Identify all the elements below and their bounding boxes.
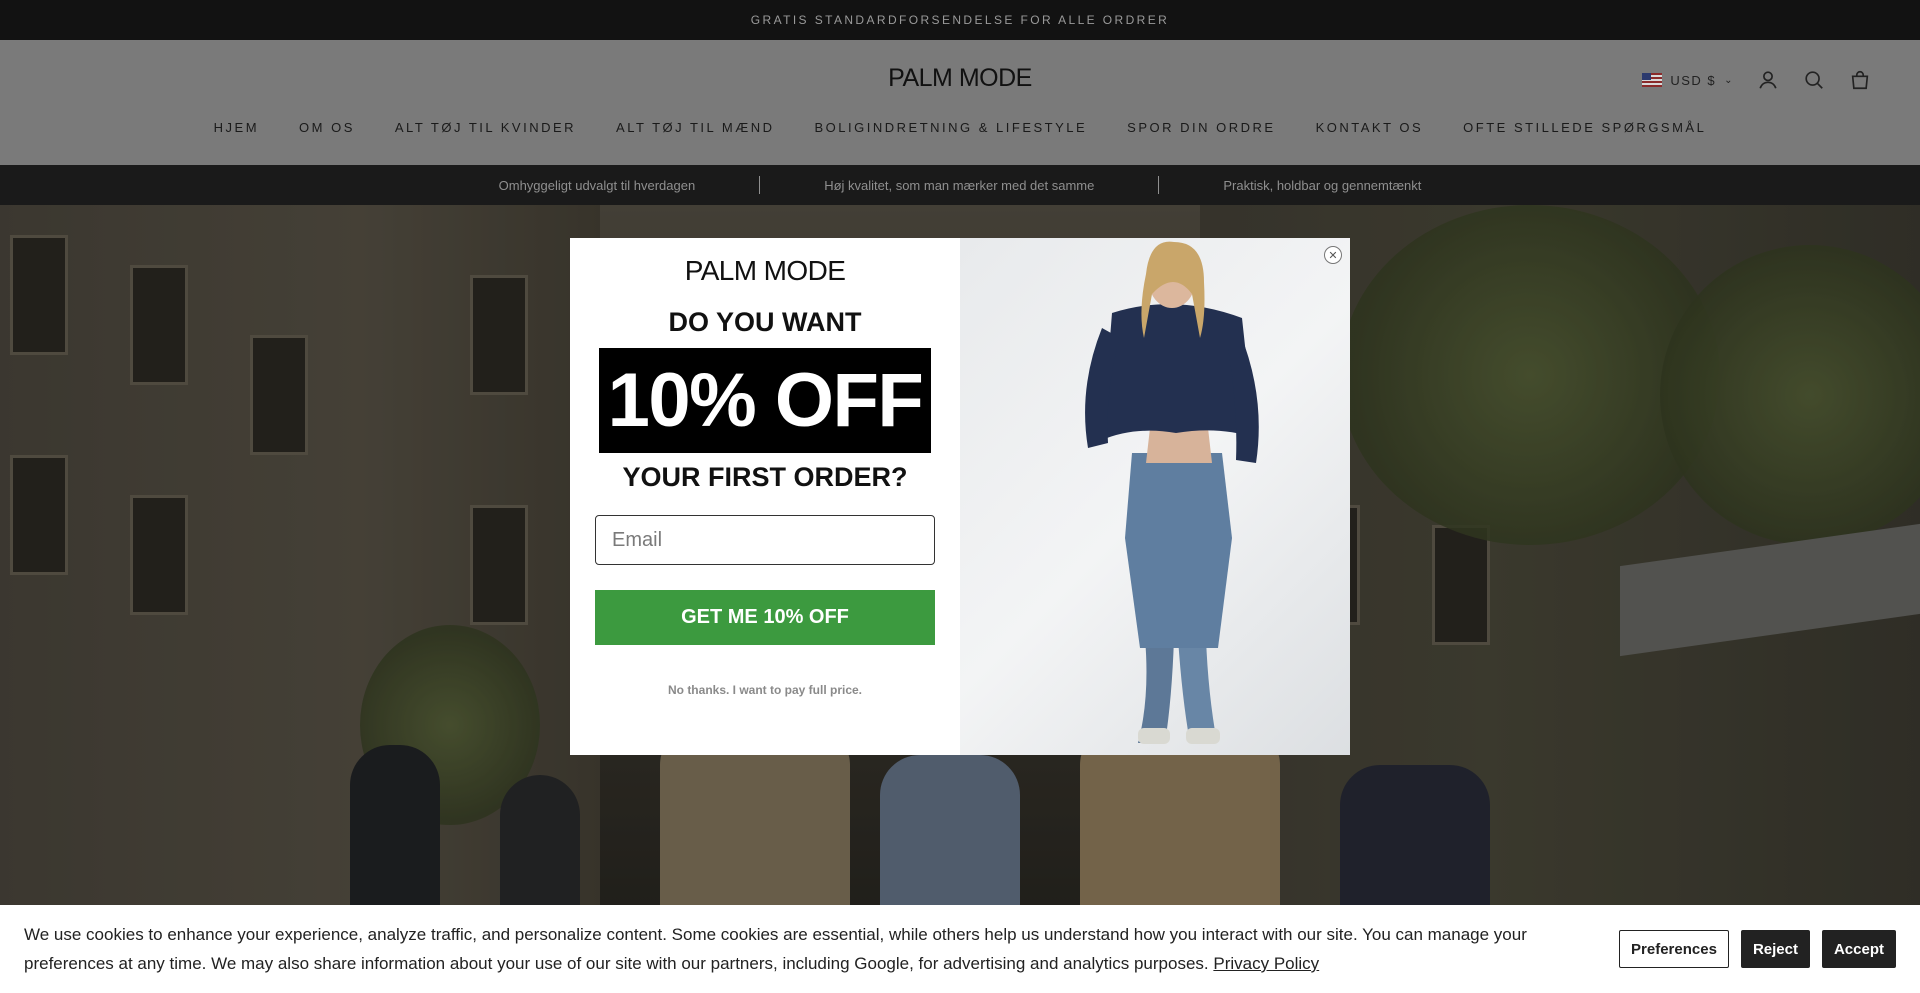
nav-item-bolig[interactable]: BOLIGINDRETNING & LIFESTYLE — [815, 120, 1088, 135]
header-actions: USD $ ⌄ — [1642, 68, 1872, 92]
cookie-actions: Preferences Reject Accept — [1619, 930, 1896, 968]
model-photo — [1085, 241, 1259, 744]
currency-selector[interactable]: USD $ ⌄ — [1642, 73, 1734, 88]
popup-heading: DO YOU WANT — [668, 307, 862, 337]
popup-model-image: ✕ — [960, 238, 1350, 755]
cookie-message: We use cookies to enhance your experienc… — [24, 920, 1602, 978]
discount-popup: PALM MODE DO YOU WANT 10% OFF YOUR FIRST… — [570, 238, 1350, 755]
nav-item-hjem[interactable]: HJEM — [214, 120, 259, 135]
popup-form: PALM MODE DO YOU WANT 10% OFF YOUR FIRST… — [570, 238, 960, 755]
decline-link[interactable]: No thanks. I want to pay full price. — [668, 683, 862, 697]
claim-discount-button[interactable]: GET ME 10% OFF — [595, 590, 935, 645]
email-field[interactable] — [595, 515, 935, 565]
benefit-item: Omhyggeligt udvalgt til hverdagen — [498, 177, 696, 193]
account-icon[interactable] — [1756, 68, 1780, 92]
close-popup-button[interactable]: ✕ — [1324, 246, 1342, 264]
cart-icon[interactable] — [1848, 68, 1872, 92]
currency-label: USD $ — [1670, 72, 1717, 88]
popup-logo: PALM MODE — [684, 255, 846, 286]
reject-button[interactable]: Reject — [1740, 930, 1810, 968]
nav-item-om-os[interactable]: OM OS — [299, 120, 355, 135]
nav-item-kvinder[interactable]: ALT TØJ TIL KVINDER — [395, 120, 576, 135]
site-logo[interactable]: PALM MODE — [0, 64, 1920, 93]
nav-item-spor-ordre[interactable]: SPOR DIN ORDRE — [1127, 120, 1275, 135]
search-icon[interactable] — [1802, 68, 1826, 92]
announcement-text: GRATIS STANDARDFORSENDELSE FOR ALLE ORDR… — [750, 13, 1170, 27]
nav-item-kontakt[interactable]: KONTAKT OS — [1316, 120, 1424, 135]
privacy-policy-link[interactable]: Privacy Policy — [1213, 954, 1319, 973]
announcement-bar: GRATIS STANDARDFORSENDELSE FOR ALLE ORDR… — [0, 0, 1920, 40]
main-nav: HJEM OM OS ALT TØJ TIL KVINDER ALT TØJ T… — [0, 120, 1920, 135]
popup-subheading: YOUR FIRST ORDER? — [622, 462, 908, 492]
benefit-item: Praktisk, holdbar og gennemtænkt — [1223, 177, 1422, 193]
offer-badge: 10% OFF — [599, 348, 931, 453]
benefit-item: Høj kvalitet, som man mærker med det sam… — [824, 177, 1095, 193]
benefits-bar: Omhyggeligt udvalgt til hverdagen Høj kv… — [0, 165, 1920, 205]
cookie-banner: We use cookies to enhance your experienc… — [0, 905, 1920, 993]
nav-item-maend[interactable]: ALT TØJ TIL MÆND — [616, 120, 774, 135]
site-header: PALM MODE USD $ ⌄ HJEM OM OS ALT TØJ TIL… — [0, 40, 1920, 165]
accept-button[interactable]: Accept — [1821, 930, 1896, 968]
nav-item-faq[interactable]: OFTE STILLEDE SPØRGSMÅL — [1463, 120, 1706, 135]
us-flag-icon — [1642, 73, 1663, 87]
chevron-down-icon: ⌄ — [1724, 74, 1734, 86]
preferences-button[interactable]: Preferences — [1619, 930, 1729, 968]
